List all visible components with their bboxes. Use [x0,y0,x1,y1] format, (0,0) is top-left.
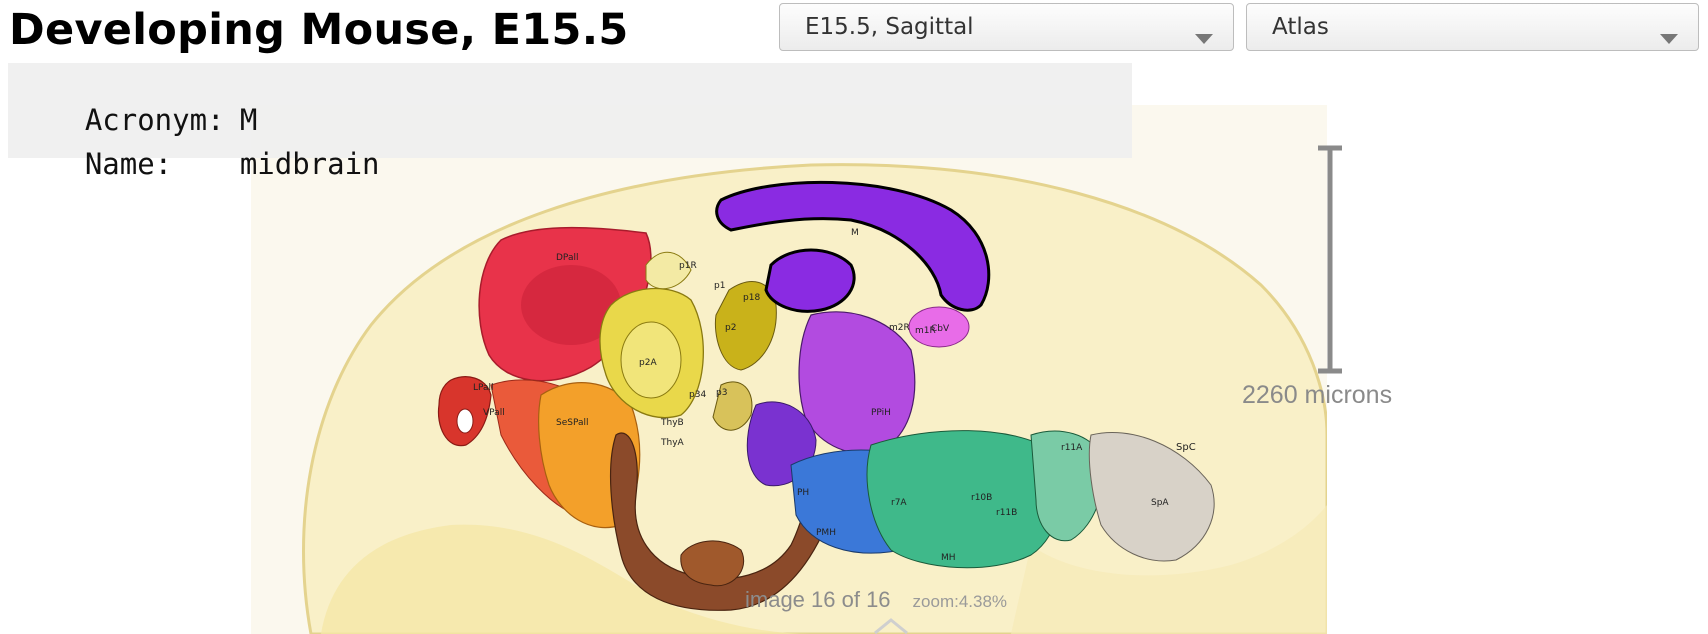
label-r11b: r11B [996,508,1017,518]
label-p1: p1 [714,281,725,291]
label-p18: p18 [743,293,760,303]
label-mh: MH [941,553,956,563]
image-counter: image 16 of 16 [745,587,891,612]
name-label: Name: [84,147,173,181]
label-spa: SpA [1151,498,1169,508]
label-ph: PH [797,488,809,498]
view-select-value: E15.5, Sagittal [805,14,974,40]
label-r11a: r11A [1061,443,1083,453]
chevron-down-icon [1195,24,1213,50]
name-row: Name: midbrain [15,113,380,215]
chevron-down-icon [1660,24,1678,50]
label-p34: p34 [689,390,706,400]
image-status: image 16 of 16 zoom:4.38% [745,587,1007,613]
label-p1r: p1R [679,261,697,271]
label-p2a: p2A [639,358,657,368]
layer-select-dropdown[interactable]: Atlas [1246,3,1699,51]
view-select-dropdown[interactable]: E15.5, Sagittal [779,3,1234,51]
atlas-section-image[interactable]: M p1 p2 p3 p1R p2A p34 p18 m2R m1R CbV P… [251,105,1327,634]
label-thyb: ThyB [660,418,684,428]
label-r7a: r7A [891,498,907,508]
label-ppih: PPiH [871,408,891,418]
layer-select-value: Atlas [1272,14,1329,40]
label-thya: ThyA [660,438,685,448]
label-m: M [851,228,859,238]
label-spc: SpC [1176,442,1196,453]
olfactory-ventricle [456,408,474,434]
label-m2r: m2R [889,323,910,333]
label-vpall: VPall [483,408,505,418]
scale-bar-label: 2260 microns [1242,381,1393,409]
chevron-up-icon[interactable] [873,618,909,634]
scale-bar [1318,145,1342,374]
label-dpall: DPall [556,253,578,263]
label-p2: p2 [725,323,736,333]
label-lpall: LPall [473,383,494,393]
name-value: midbrain [239,147,380,181]
zoom-level: zoom:4.38% [912,592,1008,611]
region-midbrain-tectum [764,248,856,313]
label-pmh: PMH [816,528,836,538]
atlas-image-viewer[interactable]: M p1 p2 p3 p1R p2A p34 p18 m2R m1R CbV P… [251,105,1327,634]
label-cbv: CbV [931,324,950,334]
structure-info-panel: Acronym: M Name: midbrain [8,63,1132,181]
label-r10b: r10B [971,493,992,503]
page-title: Developing Mouse, E15.5 [9,5,629,55]
label-p3: p3 [716,388,727,398]
label-sespall: SeSPall [556,418,589,428]
